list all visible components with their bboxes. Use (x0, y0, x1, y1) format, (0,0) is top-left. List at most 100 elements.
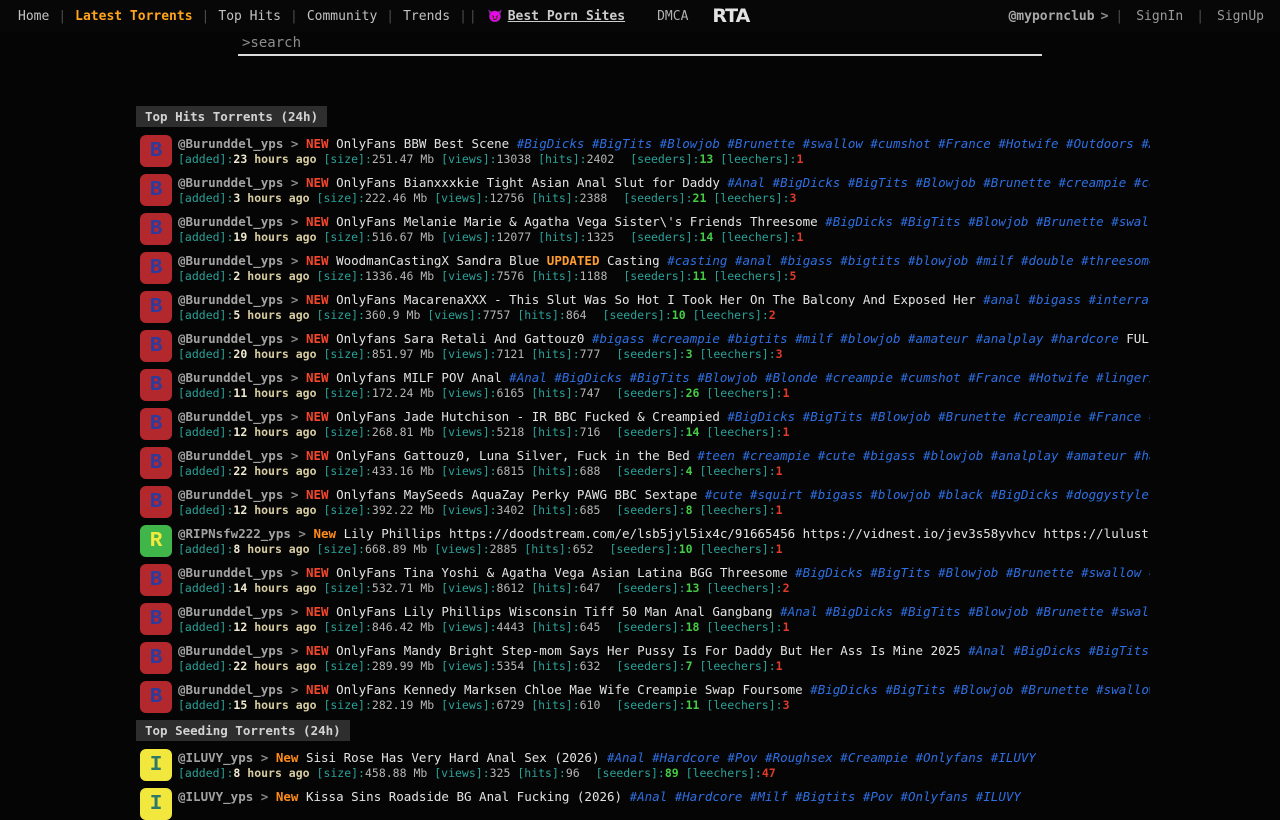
leechers-value: 3 (776, 347, 783, 361)
torrent-tags[interactable]: #casting #anal #bigass #bigtits #blowjob… (667, 253, 1150, 268)
uploader-avatar[interactable]: B (140, 174, 172, 206)
torrent-title[interactable]: OnlyFans BBW Best Scene (336, 136, 509, 151)
uploader-avatar[interactable]: B (140, 135, 172, 167)
torrent-tags[interactable]: #BigDicks #BigTits #Blowjob #Brunette #s… (795, 565, 1150, 580)
uploader-avatar[interactable]: B (140, 369, 172, 401)
torrent-title[interactable]: WoodmanCastingX Sandra Blue (336, 253, 539, 268)
uploader-name[interactable]: @Burunddel_yps (178, 136, 283, 151)
torrent-tags[interactable]: #Anal #BigDicks #BigTits #Blowjob #Brune… (780, 604, 1150, 619)
uploader-name[interactable]: @ILUVY_yps (178, 789, 253, 804)
views-label: [views]: (441, 659, 496, 673)
torrent-title[interactable]: OnlyFans Tina Yoshi & Agatha Vega Asian … (336, 565, 788, 580)
seeders-label: [seeders]: (616, 659, 685, 673)
search-input[interactable] (238, 33, 1042, 56)
torrent-title[interactable]: OnlyFans Melanie Marie & Agatha Vega Sis… (336, 214, 818, 229)
torrent-tags[interactable]: #bigass #creampie #bigtits #milf #blowjo… (592, 331, 1119, 346)
torrent-title[interactable]: Sisi Rose Has Very Hard Anal Sex (2026) (306, 750, 600, 765)
torrent-title[interactable]: Onlyfans MILF POV Anal (336, 370, 502, 385)
torrent-title[interactable]: FULL… (1126, 331, 1150, 346)
torrent-title[interactable]: Kissa Sins Roadside BG Anal Fucking (202… (306, 789, 622, 804)
nav-latest-torrents[interactable]: Latest Torrents (67, 9, 200, 24)
nav-trends[interactable]: Trends (395, 9, 458, 24)
arrow-separator: > (291, 292, 299, 307)
torrent-title[interactable]: OnlyFans Lily Phillips Wisconsin Tiff 50… (336, 604, 773, 619)
torrent-tags[interactable]: #Anal #Hardcore #Pov #Roughsex #Creampie… (607, 750, 1036, 765)
hits-label: [hits]: (531, 269, 579, 283)
signup-link[interactable]: SignUp (1211, 9, 1270, 24)
torrent-tags[interactable]: #Anal #BigDicks #BigTits … (968, 643, 1150, 658)
uploader-name[interactable]: @Burunddel_yps (178, 331, 283, 346)
account-handle[interactable]: @mypornclub> (1008, 9, 1108, 24)
torrent-title[interactable]: OnlyFans MacarenaXXX - This Slut Was So … (336, 292, 976, 307)
added-value: 15 (233, 698, 247, 712)
uploader-avatar[interactable]: B (140, 252, 172, 284)
torrent-title[interactable]: Lily Phillips https://doodstream.com/e/l… (344, 526, 1150, 541)
torrent-row: B@Burunddel_yps > NEW WoodmanCastingX Sa… (140, 252, 1150, 284)
uploader-name[interactable]: @Burunddel_yps (178, 253, 283, 268)
hits-value: 747 (580, 386, 601, 400)
torrent-tags[interactable]: #Anal #BigDicks #BigTits #Blowjob #Blond… (509, 370, 1150, 385)
nav-dmca[interactable]: DMCA (649, 9, 696, 24)
views-value: 5354 (497, 659, 525, 673)
uploader-name[interactable]: @Burunddel_yps (178, 565, 283, 580)
uploader-avatar[interactable]: B (140, 486, 172, 518)
uploader-avatar[interactable]: I (140, 749, 172, 781)
uploader-avatar[interactable]: B (140, 564, 172, 596)
uploader-name[interactable]: @Burunddel_yps (178, 370, 283, 385)
torrent-tags[interactable]: #cute #squirt #bigass #blowjob #black #B… (705, 487, 1150, 502)
uploader-name[interactable]: @Burunddel_yps (178, 682, 283, 697)
torrent-row: R@RIPNsfw222_yps > New Lily Phillips htt… (140, 525, 1150, 557)
torrent-tags[interactable]: #teen #creampie #cute #bigass #blowjob #… (697, 448, 1150, 463)
uploader-name[interactable]: @Burunddel_yps (178, 409, 283, 424)
torrent-tags[interactable]: #Anal #BigDicks #BigTits #Blowjob #Brune… (727, 175, 1150, 190)
nav-home[interactable]: Home (10, 9, 57, 24)
torrent-row: B@Burunddel_yps > NEW Onlyfans Sara Reta… (140, 330, 1150, 362)
nav-community[interactable]: Community (299, 9, 385, 24)
torrent-title[interactable]: OnlyFans Jade Hutchison - IR BBC Fucked … (336, 409, 720, 424)
signin-link[interactable]: SignIn (1130, 9, 1189, 24)
updated-badge[interactable]: UPDATED (547, 253, 600, 268)
account-area: @mypornclub> | SignIn | SignUp (1008, 9, 1270, 24)
uploader-name[interactable]: @Burunddel_yps (178, 643, 283, 658)
seeders-value: 18 (686, 620, 700, 634)
torrent-title[interactable]: OnlyFans Kennedy Marksen Chloe Mae Wife … (336, 682, 803, 697)
torrent-title[interactable]: Casting (607, 253, 660, 268)
torrent-tags[interactable]: #BigDicks #BigTits #Blowjob #Brunette #s… (825, 214, 1150, 229)
torrent-title[interactable]: OnlyFans Mandy Bright Step-mom Says Her … (336, 643, 961, 658)
uploader-avatar[interactable]: B (140, 408, 172, 440)
torrent-tags[interactable]: #BigDicks #BigTits #Blowjob #Brunette #c… (727, 409, 1150, 424)
uploader-name[interactable]: @Burunddel_yps (178, 487, 283, 502)
torrent-tags[interactable]: #BigDicks #BigTits #Blowjob #Brunette #s… (810, 682, 1150, 697)
added-value: 5 (233, 308, 240, 322)
hits-label: [hits]: (531, 503, 579, 517)
uploader-name[interactable]: @Burunddel_yps (178, 448, 283, 463)
torrent-title[interactable]: Onlyfans Sara Retali And Gattouz0 (336, 331, 584, 346)
uploader-name[interactable]: @RIPNsfw222_yps (178, 526, 291, 541)
torrent-title[interactable]: Onlyfans MaySeeds AquaZay Perky PAWG BBC… (336, 487, 697, 502)
uploader-avatar[interactable]: B (140, 330, 172, 362)
uploader-name[interactable]: @Burunddel_yps (178, 175, 283, 190)
torrent-title[interactable]: OnlyFans Gattouz0, Luna Silver, Fuck in … (336, 448, 690, 463)
torrent-tags[interactable]: #BigDicks #BigTits #Blowjob #Brunette #s… (517, 136, 1150, 151)
uploader-name[interactable]: @Burunddel_yps (178, 604, 283, 619)
leechers-value: 1 (776, 503, 783, 517)
torrent-tags[interactable]: #Anal #Hardcore #Milf #Bigtits #Pov #Onl… (630, 789, 1021, 804)
torrent-title[interactable]: OnlyFans Bianxxxkie Tight Asian Anal Slu… (336, 175, 720, 190)
uploader-name[interactable]: @ILUVY_yps (178, 750, 253, 765)
torrent-tags[interactable]: #anal #bigass #interrac… (983, 292, 1150, 307)
uploader-avatar[interactable]: B (140, 291, 172, 323)
uploader-name[interactable]: @Burunddel_yps (178, 214, 283, 229)
uploader-avatar[interactable]: B (140, 681, 172, 713)
promo-link[interactable]: 😈 Best Porn Sites (488, 9, 625, 24)
views-label: [views]: (427, 308, 482, 322)
uploader-avatar[interactable]: R (140, 525, 172, 557)
nav-top-hits[interactable]: Top Hits (210, 9, 289, 24)
uploader-avatar[interactable]: B (140, 213, 172, 245)
size-value: 846.42 Mb (372, 620, 434, 634)
uploader-avatar[interactable]: B (140, 642, 172, 674)
uploader-avatar[interactable]: B (140, 447, 172, 479)
uploader-name[interactable]: @Burunddel_yps (178, 292, 283, 307)
added-unit: hours ago (254, 659, 316, 673)
uploader-avatar[interactable]: I (140, 788, 172, 820)
uploader-avatar[interactable]: B (140, 603, 172, 635)
